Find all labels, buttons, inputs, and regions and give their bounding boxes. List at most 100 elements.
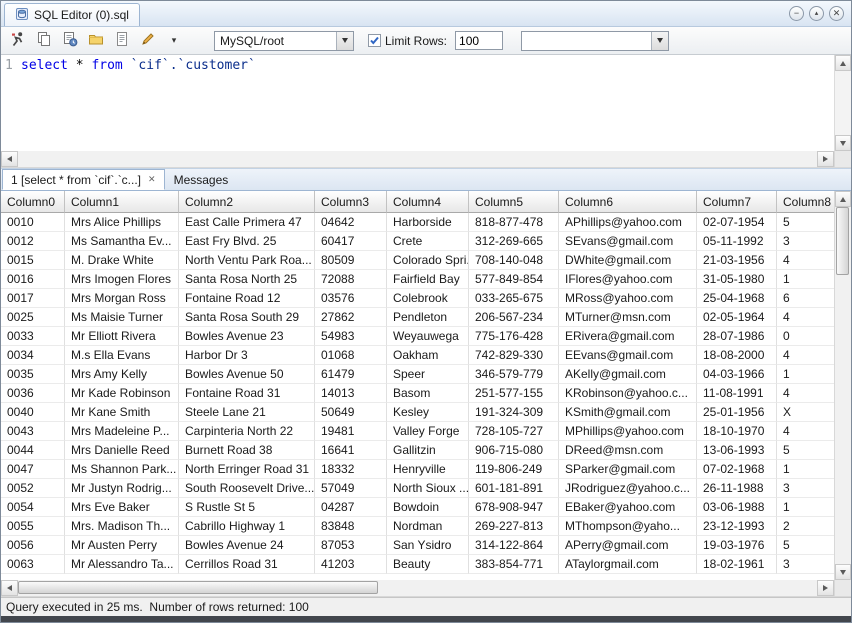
table-cell[interactable]: 1 — [777, 460, 834, 479]
table-row[interactable]: 0052Mr Justyn Rodrig...South Roosevelt D… — [1, 479, 834, 498]
tab-messages[interactable]: Messages — [166, 169, 237, 190]
table-cell[interactable]: 0054 — [1, 498, 65, 517]
table-cell[interactable]: Mrs Alice Phillips — [65, 213, 179, 232]
table-cell[interactable]: Basom — [387, 384, 469, 403]
table-row[interactable]: 0063Mr Alessandro Ta...Cerrillos Road 31… — [1, 555, 834, 574]
table-row[interactable]: 0043Mrs Madeleine P...Carpinteria North … — [1, 422, 834, 441]
more-actions-dropdown[interactable]: ▾ — [162, 30, 186, 52]
table-cell[interactable]: 16641 — [315, 441, 387, 460]
table-cell[interactable]: APerry@gmail.com — [559, 536, 697, 555]
table-cell[interactable]: Steele Lane 21 — [179, 403, 315, 422]
table-cell[interactable]: Speer — [387, 365, 469, 384]
table-cell[interactable]: Kesley — [387, 403, 469, 422]
table-row[interactable]: 0047Ms Shannon Park...North Erringer Roa… — [1, 460, 834, 479]
column-header[interactable]: Column6 — [559, 191, 697, 213]
table-cell[interactable]: 0015 — [1, 251, 65, 270]
table-cell[interactable]: 02-05-1964 — [697, 308, 777, 327]
tab-result-set[interactable]: 1 [select * from `cif`.`c...] ✕ — [2, 169, 165, 190]
table-cell[interactable]: SParker@gmail.com — [559, 460, 697, 479]
table-cell[interactable]: 0052 — [1, 479, 65, 498]
table-cell[interactable]: Mrs Danielle Reed — [65, 441, 179, 460]
grid-horizontal-scrollbar[interactable] — [1, 580, 851, 597]
table-cell[interactable]: 6 — [777, 289, 834, 308]
table-cell[interactable]: 346-579-779 — [469, 365, 559, 384]
save-file-button[interactable] — [110, 30, 134, 52]
column-header[interactable]: Column8 — [777, 191, 834, 213]
table-cell[interactable]: 4 — [777, 251, 834, 270]
table-cell[interactable]: 251-577-155 — [469, 384, 559, 403]
table-row[interactable]: 0055Mrs. Madison Th...Cabrillo Highway 1… — [1, 517, 834, 536]
table-cell[interactable]: 0055 — [1, 517, 65, 536]
table-cell[interactable]: 775-176-428 — [469, 327, 559, 346]
table-cell[interactable]: Bowdoin — [387, 498, 469, 517]
table-cell[interactable]: 18-10-1970 — [697, 422, 777, 441]
table-cell[interactable]: Mrs Morgan Ross — [65, 289, 179, 308]
table-cell[interactable]: Mr Justyn Rodrig... — [65, 479, 179, 498]
table-cell[interactable]: 0035 — [1, 365, 65, 384]
table-cell[interactable]: 25-04-1968 — [697, 289, 777, 308]
table-cell[interactable]: 54983 — [315, 327, 387, 346]
table-cell[interactable]: 4 — [777, 384, 834, 403]
table-cell[interactable]: 19-03-1976 — [697, 536, 777, 555]
column-header[interactable]: Column7 — [697, 191, 777, 213]
table-cell[interactable]: 4 — [777, 308, 834, 327]
table-cell[interactable]: 0012 — [1, 232, 65, 251]
table-cell[interactable]: 1 — [777, 365, 834, 384]
column-header[interactable]: Column1 — [65, 191, 179, 213]
tab-sql-editor[interactable]: SQL Editor (0).sql — [4, 3, 140, 26]
scroll-down-button[interactable] — [835, 135, 851, 151]
table-row[interactable]: 0040Mr Kane SmithSteele Lane 2150649Kesl… — [1, 403, 834, 422]
table-cell[interactable]: East Fry Blvd. 25 — [179, 232, 315, 251]
table-cell[interactable]: S Rustle St 5 — [179, 498, 315, 517]
table-cell[interactable]: X — [777, 403, 834, 422]
maximize-button[interactable]: ▴ — [809, 6, 824, 21]
table-cell[interactable]: 0043 — [1, 422, 65, 441]
combo-arrow-icon[interactable] — [336, 32, 353, 50]
table-cell[interactable]: Mrs Eve Baker — [65, 498, 179, 517]
table-cell[interactable]: 119-806-249 — [469, 460, 559, 479]
connection-combo[interactable]: MySQL/root — [214, 31, 354, 51]
fetch-button[interactable] — [32, 30, 56, 52]
scrollbar-thumb[interactable] — [836, 207, 849, 275]
table-cell[interactable]: Mr Elliott Rivera — [65, 327, 179, 346]
edit-button[interactable] — [136, 30, 160, 52]
table-cell[interactable]: South Roosevelt Drive... — [179, 479, 315, 498]
table-cell[interactable]: North Erringer Road 31 — [179, 460, 315, 479]
table-cell[interactable]: 3 — [777, 555, 834, 574]
table-cell[interactable]: 23-12-1993 — [697, 517, 777, 536]
table-cell[interactable]: Fairfield Bay — [387, 270, 469, 289]
table-cell[interactable]: 0056 — [1, 536, 65, 555]
table-cell[interactable]: 314-122-864 — [469, 536, 559, 555]
table-cell[interactable]: 033-265-675 — [469, 289, 559, 308]
table-cell[interactable]: 25-01-1956 — [697, 403, 777, 422]
column-header[interactable]: Column0 — [1, 191, 65, 213]
table-cell[interactable]: Fontaine Road 12 — [179, 289, 315, 308]
table-row[interactable]: 0010Mrs Alice PhillipsEast Calle Primera… — [1, 213, 834, 232]
table-cell[interactable]: Valley Forge — [387, 422, 469, 441]
column-header[interactable]: Column5 — [469, 191, 559, 213]
table-cell[interactable]: 05-11-1992 — [697, 232, 777, 251]
table-cell[interactable]: 07-02-1968 — [697, 460, 777, 479]
table-cell[interactable]: ERivera@gmail.com — [559, 327, 697, 346]
limit-rows-checkbox[interactable] — [368, 34, 381, 47]
table-cell[interactable]: JRodriguez@yahoo.c... — [559, 479, 697, 498]
table-cell[interactable]: Nordman — [387, 517, 469, 536]
table-cell[interactable]: 18-08-2000 — [697, 346, 777, 365]
table-cell[interactable]: 04287 — [315, 498, 387, 517]
table-row[interactable]: 0056Mr Austen PerryBowles Avenue 2487053… — [1, 536, 834, 555]
table-cell[interactable]: 57049 — [315, 479, 387, 498]
table-cell[interactable]: KSmith@gmail.com — [559, 403, 697, 422]
table-cell[interactable]: Weyauwega — [387, 327, 469, 346]
table-cell[interactable]: 1 — [777, 498, 834, 517]
combo-arrow-icon[interactable] — [651, 32, 668, 50]
scroll-right-button[interactable] — [817, 580, 834, 596]
table-cell[interactable]: ATaylorgmail.com — [559, 555, 697, 574]
table-cell[interactable]: 577-849-854 — [469, 270, 559, 289]
close-tab-icon[interactable]: ✕ — [148, 175, 156, 184]
table-cell[interactable]: 5 — [777, 213, 834, 232]
scroll-up-button[interactable] — [835, 55, 851, 71]
table-cell[interactable]: Gallitzin — [387, 441, 469, 460]
table-cell[interactable]: 02-07-1954 — [697, 213, 777, 232]
table-cell[interactable]: DReed@msn.com — [559, 441, 697, 460]
table-cell[interactable]: DWhite@gmail.com — [559, 251, 697, 270]
